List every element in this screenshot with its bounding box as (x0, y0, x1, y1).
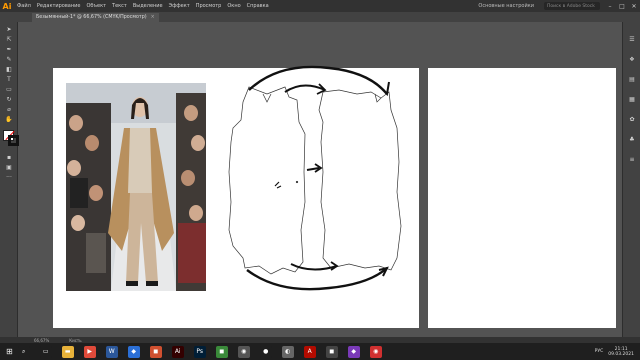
photoshop-icon[interactable]: Ps (193, 345, 206, 358)
menu-item[interactable]: Текст (109, 3, 130, 9)
artboard-2[interactable] (428, 68, 616, 328)
hand-tool-icon[interactable]: ✋ (3, 116, 15, 124)
menu-item[interactable]: Справка (244, 3, 272, 9)
arrow-top-inner (284, 84, 326, 93)
explorer-icon[interactable]: ▬ (61, 345, 74, 358)
app-icon[interactable]: ◉ (237, 345, 250, 358)
menu-item[interactable]: Просмотр (193, 3, 225, 9)
illustrator-logo-icon: Ai (2, 1, 12, 11)
layers-panel-icon[interactable]: ❖ (627, 56, 637, 64)
symbols-panel-icon[interactable]: ♣ (627, 136, 637, 144)
system-tray: РУС 21:11 09.03.2021 (595, 344, 634, 359)
taskbar-apps: ⌕ ▭ ▬ ▶ W ◆ ◼ Ai Ps ◼ ◉ ● ◐ A ◼ ◆ ◉ (13, 345, 387, 358)
direct-selection-tool-icon[interactable]: ⇱ (3, 36, 15, 44)
windows-start-icon[interactable]: ⊞ (6, 347, 13, 356)
pdf-icon[interactable]: A (303, 345, 316, 358)
search-icon[interactable]: ⌕ (17, 345, 30, 358)
menu-item[interactable]: Выделение (130, 3, 166, 9)
workspace-switcher[interactable]: Основные настройки (468, 3, 544, 9)
app-icon[interactable]: ◆ (347, 345, 360, 358)
brush-tool-icon[interactable]: ✎ (3, 56, 15, 64)
clock[interactable]: 21:11 09.03.2021 (608, 347, 634, 357)
app-icon[interactable]: ◼ (149, 345, 162, 358)
language-indicator[interactable]: РУС (595, 349, 604, 354)
app-icon[interactable]: ◼ (325, 345, 338, 358)
rectangle-tool-icon[interactable]: ▭ (3, 86, 15, 94)
menu-bar: Ai Файл Редактирование Объект Текст Выделени… (0, 0, 640, 12)
screen-mode-icon[interactable]: ▣ (3, 164, 15, 172)
current-tool-label: Кисть (69, 337, 82, 343)
chrome-icon[interactable]: ● (259, 345, 272, 358)
media-icon[interactable]: ▶ (83, 345, 96, 358)
maximize-button[interactable]: □ (616, 3, 628, 10)
arrow-top-outer (248, 65, 388, 95)
swatches-panel-icon[interactable]: ▦ (627, 96, 637, 104)
pattern-piece-left (228, 86, 306, 275)
tools-panel: ➤ ⇱ ✒ ✎ ◧ T ▭ ↻ ⌀ ✋ ▪ ▣ ··· (0, 22, 19, 337)
menu-item[interactable]: Файл (14, 3, 34, 9)
menu-item[interactable]: Окно (224, 3, 243, 9)
clock-date: 09.03.2021 (608, 351, 634, 357)
windows-taskbar: ⊞ ⌕ ▭ ▬ ▶ W ◆ ◼ Ai Ps ◼ ◉ ● ◐ A ◼ ◆ ◉ РУС 21:11 09.03.20… (0, 343, 640, 360)
app-icon[interactable]: ◼ (215, 345, 228, 358)
eyedropper-tool-icon[interactable]: ⌀ (3, 106, 15, 114)
color-mode-icon[interactable]: ▪ (3, 154, 15, 162)
close-window-button[interactable]: ✕ (628, 3, 640, 10)
runway-photo[interactable] (66, 83, 206, 291)
document-tab[interactable]: Безымянный-1* @ 66,67% (CMYK/Просмотр) × (32, 13, 159, 22)
pattern-piece-right (318, 89, 402, 271)
word-icon[interactable]: W (105, 345, 118, 358)
zoom-level[interactable]: 66,67% (34, 338, 49, 343)
menu-item[interactable]: Объект (83, 3, 109, 9)
arrow-bottom-outer (246, 267, 388, 291)
minimize-button[interactable]: – (604, 3, 616, 10)
libraries-panel-icon[interactable]: ▤ (627, 76, 637, 84)
type-tool-icon[interactable]: T (3, 76, 15, 84)
document-tab-bar: Безымянный-1* @ 66,67% (CMYK/Просмотр) × (0, 12, 640, 22)
stroke-swatch[interactable] (8, 135, 19, 146)
app-icon[interactable]: ◆ (127, 345, 140, 358)
selection-tool-icon[interactable]: ➤ (3, 26, 15, 34)
panel-dock: ☰ ❖ ▤ ▦ ✿ ♣ ≡ (622, 22, 640, 337)
more-tools-icon[interactable]: ··· (3, 174, 15, 182)
stock-search-input[interactable]: Поиск в Adobe Stock (544, 2, 600, 10)
menu-item[interactable]: Редактирование (34, 3, 84, 9)
task-view-icon[interactable]: ▭ (39, 345, 52, 358)
properties-panel-icon[interactable]: ☰ (627, 36, 637, 44)
document-tab-title: Безымянный-1* @ 66,67% (CMYK/Просмотр) (36, 15, 147, 20)
eraser-tool-icon[interactable]: ◧ (3, 66, 15, 74)
app-icon[interactable]: ◐ (281, 345, 294, 358)
app-icon[interactable]: ◉ (369, 345, 382, 358)
rotate-tool-icon[interactable]: ↻ (3, 96, 15, 104)
brushes-panel-icon[interactable]: ✿ (627, 116, 637, 124)
stroke-panel-icon[interactable]: ≡ (627, 156, 637, 164)
menu-items: Файл Редактирование Объект Текст Выделение Эф… (14, 3, 272, 9)
illustrator-icon[interactable]: Ai (171, 345, 184, 358)
close-tab-icon[interactable]: × (151, 15, 155, 20)
menu-item[interactable]: Эффект (166, 3, 193, 9)
pattern-drawing[interactable] (219, 62, 414, 296)
illustrator-window: Ai Файл Редактирование Объект Текст Выделени… (0, 0, 640, 360)
pen-tool-icon[interactable]: ✒ (3, 46, 15, 54)
